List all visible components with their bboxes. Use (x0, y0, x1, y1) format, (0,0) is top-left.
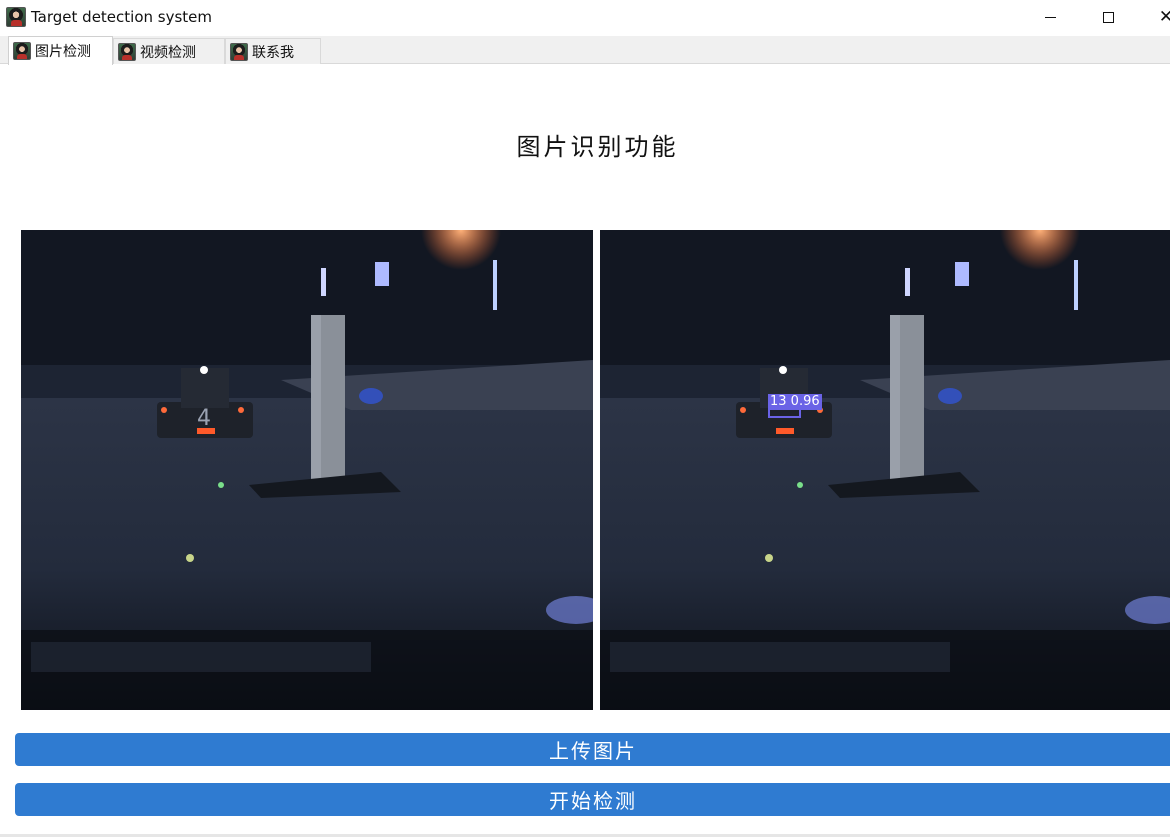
detected-image-panel: 13 0.96 (600, 230, 1170, 710)
tab-label: 图片检测 (35, 44, 91, 60)
tab-label: 联系我 (252, 44, 294, 61)
app-avatar-icon (6, 7, 26, 27)
upload-image-button[interactable]: 上传图片 (15, 733, 1170, 766)
detected-image (600, 230, 1170, 710)
tab-bar: 图片检测 视频检测 联系我 (0, 36, 1170, 65)
tab-avatar-icon (230, 42, 248, 61)
start-detection-button[interactable]: 开始检测 (15, 783, 1170, 816)
tab-contact[interactable]: 联系我 (225, 38, 321, 64)
window-title: Target detection system (31, 8, 213, 26)
close-button[interactable]: ✕ (1143, 0, 1170, 34)
close-icon: ✕ (1158, 6, 1170, 27)
tab-avatar-icon (118, 42, 136, 61)
tab-avatar-icon (13, 42, 31, 60)
tab-video-detection[interactable]: 视频检测 (113, 38, 225, 64)
page-title: 图片识别功能 (516, 133, 679, 161)
tab-label: 视频检测 (140, 44, 196, 61)
minimize-button[interactable] (1027, 0, 1073, 34)
detection-label: 13 0.96 (768, 394, 822, 410)
original-image: 4 (21, 230, 593, 710)
minimize-icon (1044, 16, 1056, 18)
maximize-button[interactable] (1085, 0, 1131, 34)
svg-text:4: 4 (197, 406, 211, 431)
tab-image-detection[interactable]: 图片检测 (8, 36, 113, 65)
original-image-panel: 4 (21, 230, 593, 710)
title-bar: Target detection system ✕ (0, 0, 1170, 36)
maximize-icon (1102, 11, 1114, 23)
